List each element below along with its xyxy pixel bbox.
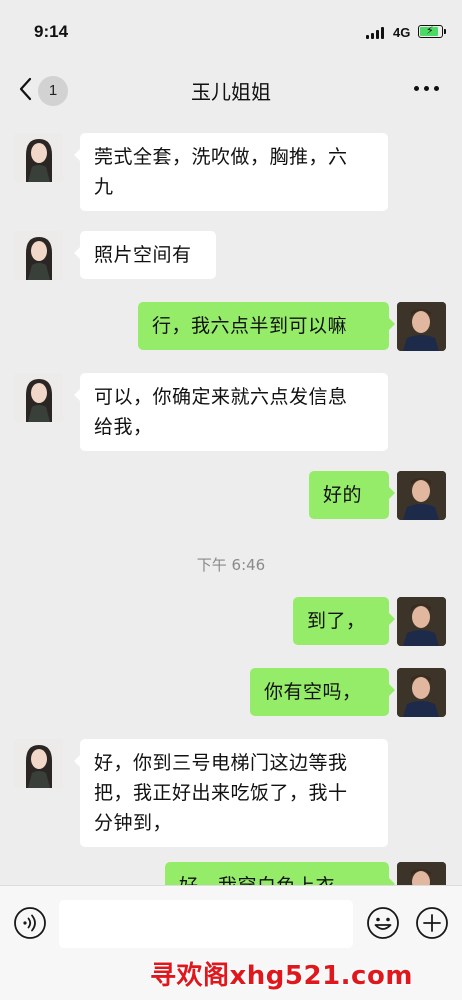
contact-avatar[interactable] [14, 133, 63, 182]
message-bubble-incoming[interactable]: 莞式全套，洗吹做，胸推，六 九 [74, 133, 388, 211]
message-text: 好，我穿白色上衣 [179, 871, 375, 885]
my-avatar[interactable] [397, 471, 446, 520]
message-text: 到了， [307, 610, 366, 632]
message-text: 好，你到三号电梯门这边等我 [94, 752, 348, 774]
message-bubble-outgoing[interactable]: 好的 [309, 471, 395, 519]
message-bubble-outgoing[interactable]: 你有空吗， [250, 668, 395, 716]
message-text: 把，我正好出来吃饭了，我十 [94, 782, 348, 804]
charging-bolt-icon: ⚡ [426, 24, 434, 37]
status-time: 9:14 [34, 22, 69, 41]
message-text: 好的 [323, 484, 363, 506]
site-watermark: 寻欢阁xhg521.com [150, 955, 412, 995]
my-avatar[interactable] [397, 302, 446, 351]
message-text: 可以，你确定来就六点发信息 [94, 386, 348, 408]
my-avatar[interactable] [397, 862, 446, 885]
my-avatar[interactable] [397, 597, 446, 646]
contact-avatar[interactable] [14, 231, 63, 280]
contact-avatar[interactable] [14, 373, 63, 422]
network-type: 4G [393, 25, 411, 40]
message-list[interactable]: 莞式全套，洗吹做，胸推，六 九 照片空间有 行，我六点半到可以嘛 可以，你确定来… [0, 117, 462, 885]
emoji-icon[interactable] [366, 906, 400, 940]
message-text: 分钟到， [94, 812, 173, 834]
voice-icon[interactable] [13, 906, 47, 940]
message-text: 给我， [94, 416, 153, 438]
message-input[interactable] [59, 900, 353, 948]
message-bubble-incoming[interactable]: 照片空间有 [74, 231, 216, 279]
plus-icon[interactable] [415, 906, 449, 940]
message-bubble-outgoing[interactable]: 行，我六点半到可以嘛 [138, 302, 395, 350]
more-dots-icon[interactable] [414, 86, 440, 94]
my-avatar[interactable] [397, 668, 446, 717]
contact-avatar[interactable] [14, 739, 63, 788]
chat-title: 玉儿姐姐 [191, 80, 271, 104]
message-bubble-outgoing[interactable]: 到了， [293, 597, 395, 645]
message-bubble-incoming[interactable]: 可以，你确定来就六点发信息 给我， [74, 373, 388, 451]
signal-icon [366, 27, 386, 39]
battery-icon: ⚡ [418, 24, 446, 38]
chat-header: 1 玉儿姐姐 [0, 62, 462, 117]
message-text: 你有空吗， [264, 681, 362, 703]
message-text: 照片空间有 [94, 244, 192, 266]
message-text: 莞式全套，洗吹做，胸推，六 [94, 146, 348, 168]
message-text: 行，我六点半到可以嘛 [152, 315, 348, 337]
message-bubble-outgoing[interactable]: 好，我穿白色上衣 [165, 862, 395, 885]
message-timestamp: 下午 6:46 [196, 556, 266, 574]
status-bar: 9:14 4G ⚡ [0, 0, 462, 62]
message-text: 九 [94, 176, 114, 198]
message-bubble-incoming[interactable]: 好，你到三号电梯门这边等我 把，我正好出来吃饭了，我十 分钟到， [74, 739, 388, 847]
